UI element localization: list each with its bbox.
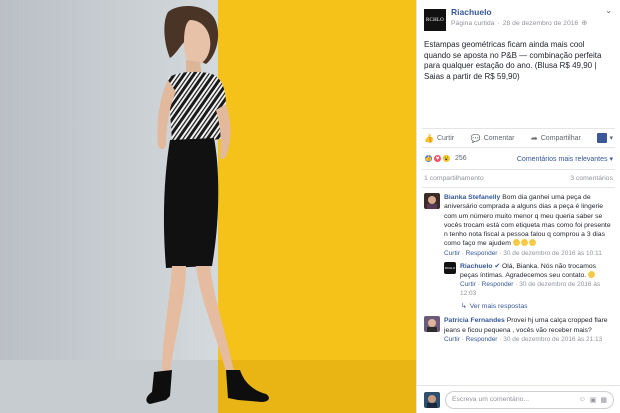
reply-meta: Curtir · Responder · 30 de dezembro de 2… <box>460 281 601 298</box>
post-header: RCHLO Riachuelo Página curtida · 28 de d… <box>417 0 620 36</box>
comments-count[interactable]: 3 comentários <box>570 175 613 182</box>
like-reaction-icon: 👍 <box>424 154 433 163</box>
share-label: Compartilhar <box>540 134 581 142</box>
comments-list: Bianka Stefanelly Bom dia ganhei uma peç… <box>417 188 620 344</box>
comment-input[interactable]: Escreva um comentário... ☺ ▣ ▦ <box>445 390 614 409</box>
comment-item: Patrícia Fernandes Provei hj uma calça c… <box>424 316 614 344</box>
reply-arrow-icon: ↳ <box>461 303 467 311</box>
comment-input-placeholder: Escreva um comentário... <box>452 396 530 403</box>
page-liked-label: Página curtida <box>451 20 495 27</box>
love-reaction-icon: ♥ <box>433 154 442 163</box>
post-sidebar: RCHLO Riachuelo Página curtida · 28 de d… <box>416 0 620 413</box>
reply-author[interactable]: Riachuelo <box>460 263 492 270</box>
sad-emoji-icon <box>512 239 537 247</box>
user-avatar-mini <box>597 133 608 143</box>
page-name[interactable]: Riachuelo <box>451 7 587 18</box>
post-options-chevron-icon[interactable]: ⌄ <box>605 6 612 15</box>
reply-reply-link[interactable]: Responder <box>482 281 514 288</box>
like-label: Curtir <box>436 134 455 142</box>
comment-like-link[interactable]: Curtir <box>444 336 460 343</box>
comment-author[interactable]: Patrícia Fernandes <box>444 317 505 324</box>
shares-count[interactable]: 1 compartilhamento <box>424 175 484 182</box>
separator-dot: · <box>497 20 500 27</box>
filter-chevron-down-icon: ▾ <box>609 155 613 163</box>
comment-item: Bianka Stefanelly Bom dia ganhei uma peç… <box>424 193 614 258</box>
reply-logo-text: RCHLO <box>444 265 456 270</box>
commenter-avatar[interactable] <box>424 193 440 209</box>
comment-reply-item: RCHLO Riachuelo ✔ Olá, Bianka. Nós não t… <box>444 261 614 299</box>
engagement-counts: 1 compartilhamento 3 comentários <box>422 170 615 188</box>
post-photo[interactable] <box>0 0 416 413</box>
chevron-down-icon: ▾ <box>609 135 613 142</box>
reply-like-link[interactable]: Curtir <box>460 281 476 288</box>
share-button[interactable]: ➦ Compartilhar <box>531 134 581 143</box>
model-photo-image <box>0 0 416 413</box>
comment-time[interactable]: 30 de dezembro de 2016 às 10:11 <box>503 250 602 257</box>
comment-meta: Curtir · Responder · 30 de dezembro de 2… <box>444 249 602 257</box>
comment-reply-link[interactable]: Responder <box>466 250 498 257</box>
comment-author[interactable]: Bianka Stefanelly <box>444 194 500 201</box>
like-button[interactable]: 👍 Curtir <box>424 134 454 143</box>
comment-composer: Escreva um comentário... ☺ ▣ ▦ <box>417 385 620 413</box>
globe-icon: ⊕ <box>581 20 588 27</box>
comment-time[interactable]: 30 de dezembro de 2016 às 21:13 <box>503 336 602 343</box>
comment-reply-link[interactable]: Responder <box>466 336 498 343</box>
reactions-bar: 👍 ♥ 😮 256 Comentários mais relevantes ▾ <box>422 148 615 170</box>
comment-meta: Curtir · Responder · 30 de dezembro de 2… <box>444 335 603 343</box>
commenter-avatar[interactable] <box>424 316 440 333</box>
verified-badge-icon: ✔ <box>494 262 501 270</box>
post-text: Estampas geométricas ficam ainda mais co… <box>424 40 602 81</box>
post-actions-bar: 👍 Curtir 💬 Comentar ➦ Compartilhar ▾ <box>422 128 615 148</box>
comment-like-link[interactable]: Curtir <box>444 250 460 257</box>
reactions-summary[interactable]: 👍 ♥ 😮 256 <box>424 154 467 163</box>
current-user-avatar <box>424 391 440 408</box>
smile-emoji-icon <box>588 271 596 279</box>
post-date[interactable]: 28 de dezembro de 2016 <box>503 18 579 29</box>
wow-reaction-icon: 😮 <box>442 154 451 163</box>
comments-filter-dropdown[interactable]: Comentários mais relevantes ▾ <box>517 155 613 163</box>
view-more-replies-link[interactable]: ↳ Ver mais respostas <box>461 302 614 311</box>
thumbs-up-icon: 👍 <box>424 133 434 143</box>
gif-icon[interactable]: ▦ <box>600 396 607 404</box>
page-avatar[interactable]: RCHLO <box>424 9 446 31</box>
page-reply-avatar[interactable]: RCHLO <box>444 261 456 274</box>
view-more-replies-label: Ver mais respostas <box>469 302 528 310</box>
reaction-count: 256 <box>455 155 467 162</box>
page-logo-text: RCHLO <box>426 17 444 23</box>
camera-icon[interactable]: ▣ <box>590 396 597 404</box>
comment-bubble-icon: 💬 <box>470 133 481 143</box>
emoji-icon[interactable]: ☺ <box>579 396 586 403</box>
comments-filter-label: Comentários mais relevantes <box>516 155 608 163</box>
share-arrow-icon: ➦ <box>531 133 538 143</box>
comment-label: Comentar <box>483 134 515 142</box>
comment-button[interactable]: 💬 Comentar <box>471 134 515 143</box>
share-as-selector[interactable]: ▾ <box>597 133 613 143</box>
